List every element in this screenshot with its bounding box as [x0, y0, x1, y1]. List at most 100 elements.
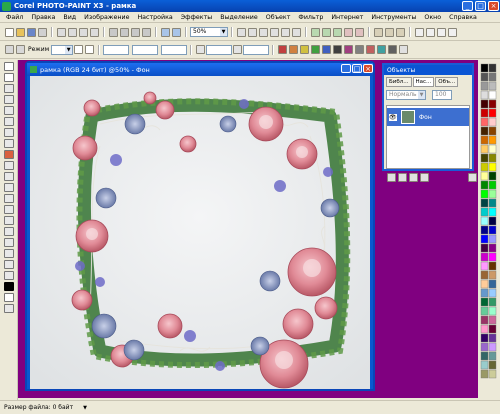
eraser-icon[interactable]	[4, 139, 14, 148]
undo-brush-icon[interactable]	[4, 216, 14, 225]
touch-up-icon[interactable]	[4, 172, 14, 181]
tab-settings[interactable]: Нас...	[412, 77, 435, 87]
menu-movie[interactable]: Фильтр	[294, 14, 327, 21]
cut-icon[interactable]	[57, 27, 66, 37]
color-swatch[interactable]	[480, 135, 489, 145]
menu-edit[interactable]: Правка	[27, 14, 59, 21]
color-swatch[interactable]	[488, 360, 497, 370]
full-screen-icon[interactable]	[237, 27, 246, 37]
doc-minimize-button[interactable]: _	[341, 64, 351, 73]
color-swatch[interactable]	[480, 252, 489, 262]
color-swatch[interactable]	[480, 72, 489, 82]
rulers-icon[interactable]	[270, 27, 279, 37]
arrange-icon[interactable]	[437, 27, 446, 37]
mask-overlay-icon[interactable]	[333, 27, 342, 37]
layer-row[interactable]: 👁 Фон	[387, 108, 469, 126]
color-swatch[interactable]	[480, 315, 489, 325]
brush-settings-icon[interactable]	[374, 27, 383, 37]
color-swatch[interactable]	[480, 126, 489, 136]
color-swatch[interactable]	[488, 216, 497, 226]
freehand-mask-icon[interactable]	[4, 84, 14, 93]
zoom-fit-icon[interactable]	[259, 27, 268, 37]
new-icon[interactable]	[5, 27, 14, 37]
mode-combo[interactable]: ▼	[51, 44, 74, 55]
color-swatch[interactable]	[488, 342, 497, 352]
color-swatch[interactable]	[488, 252, 497, 262]
combine-objects-icon[interactable]	[420, 173, 429, 182]
color-swatch[interactable]	[480, 153, 489, 163]
color-swatch[interactable]	[488, 171, 497, 181]
close-button[interactable]: ×	[488, 1, 499, 11]
image-canvas[interactable]	[30, 76, 370, 389]
tab-library[interactable]: Библ...	[386, 77, 412, 87]
foreground-color-swatch[interactable]	[4, 282, 14, 291]
clip-mask-icon[interactable]	[409, 173, 418, 182]
antialias-icon[interactable]	[196, 45, 206, 54]
color-swatch[interactable]	[488, 117, 497, 127]
black-brush-icon[interactable]	[333, 45, 343, 54]
tab-objects[interactable]: Объ...	[435, 77, 459, 87]
close-document-icon[interactable]	[38, 27, 47, 37]
red-eye-icon[interactable]	[4, 150, 14, 159]
color-swatch[interactable]	[488, 288, 497, 298]
pink-brush-icon[interactable]	[366, 45, 376, 54]
zoom-100-icon[interactable]	[248, 27, 257, 37]
color-swatch[interactable]	[480, 324, 489, 334]
launcher-icon[interactable]	[396, 27, 405, 37]
color-swatch[interactable]	[488, 333, 497, 343]
color-swatch[interactable]	[488, 369, 497, 379]
opacity-field[interactable]: 100	[432, 90, 452, 100]
blend-mode-combo[interactable]: Нормаль ▼	[386, 90, 426, 100]
color-swatch[interactable]	[488, 324, 497, 334]
color-swatch[interactable]	[488, 189, 497, 199]
crop-tool-icon[interactable]	[4, 106, 14, 115]
menu-window[interactable]: Окно	[420, 14, 445, 21]
delete-icon[interactable]	[468, 173, 477, 182]
menu-object[interactable]: Объект	[262, 14, 295, 21]
flatten-icon[interactable]	[233, 45, 243, 54]
color-swatch[interactable]	[488, 180, 497, 190]
color-swatch[interactable]	[488, 207, 497, 217]
color-swatch[interactable]	[480, 351, 489, 361]
menu-view[interactable]: Вид	[59, 14, 80, 21]
cascade-icon[interactable]	[426, 27, 435, 37]
eyedropper-icon[interactable]	[4, 128, 14, 137]
color-swatch[interactable]	[488, 270, 497, 280]
minimize-button[interactable]: _	[462, 1, 473, 11]
menu-effects[interactable]: Эффекты	[177, 14, 216, 21]
redo-icon[interactable]	[120, 27, 129, 37]
color-swatch[interactable]	[480, 270, 489, 280]
color-swatch[interactable]	[480, 342, 489, 352]
color-swatch[interactable]	[480, 108, 489, 118]
color-swatch[interactable]	[488, 306, 497, 316]
menu-adjust[interactable]: Настройка	[133, 14, 176, 21]
maximize-button[interactable]: □	[475, 1, 486, 11]
replace-color-icon[interactable]	[4, 227, 14, 236]
orange-brush-icon[interactable]	[289, 45, 299, 54]
color-swatch[interactable]	[480, 207, 489, 217]
brush-preset-icon[interactable]	[5, 45, 14, 54]
color-swatch[interactable]	[480, 81, 489, 91]
new-object-icon[interactable]	[387, 173, 396, 182]
color-swatch[interactable]	[488, 225, 497, 235]
color-swatch[interactable]	[488, 99, 497, 109]
fill-tool-icon[interactable]	[4, 238, 14, 247]
text-tool-icon[interactable]	[4, 271, 14, 280]
transparency-field[interactable]	[132, 44, 159, 55]
color-swatch[interactable]	[488, 90, 497, 100]
color-swatch[interactable]	[480, 99, 489, 109]
shape-square-icon[interactable]	[74, 45, 84, 54]
color-swatch[interactable]	[480, 333, 489, 343]
color-swatch[interactable]	[480, 180, 489, 190]
shape-round-icon[interactable]	[85, 45, 95, 54]
zoom-combo[interactable]: 50% ▼	[190, 27, 228, 37]
dark-brush-icon[interactable]	[388, 45, 398, 54]
color-swatch[interactable]	[480, 306, 489, 316]
green-brush-icon[interactable]	[311, 45, 321, 54]
undo-icon[interactable]	[109, 27, 118, 37]
interactive-fill-icon[interactable]	[4, 249, 14, 258]
menu-file[interactable]: Файл	[2, 14, 27, 21]
purple-brush-icon[interactable]	[344, 45, 354, 54]
color-settings-icon[interactable]	[385, 27, 394, 37]
paste-new-icon[interactable]	[90, 27, 99, 37]
